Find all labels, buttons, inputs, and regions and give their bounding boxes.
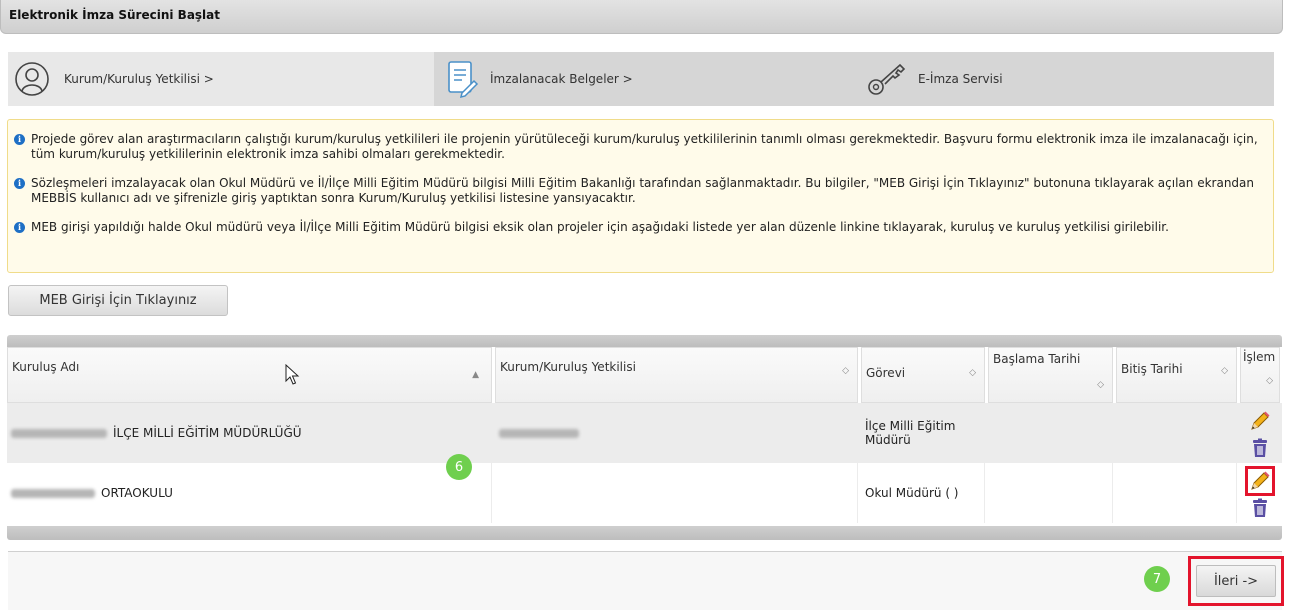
column-label: Kurum/Kuruluş Yetkilisi — [500, 360, 636, 374]
info-text: Projede görev alan araştırmacıların çalı… — [31, 132, 1258, 161]
footer — [8, 552, 1282, 610]
user-icon — [14, 61, 50, 97]
step-badge: 7 — [1144, 566, 1170, 592]
info-icon: i — [14, 222, 25, 233]
table-header: Kuruluş Adı ▲ Kurum/Kuruluş Yetkilisi ◇ … — [7, 347, 1282, 403]
table-bottom-bar — [7, 526, 1282, 540]
table-row: ORTAOKULU Okul Müdürü ( ) — [7, 463, 1282, 523]
column-header-baslama[interactable]: Başlama Tarihi ◇ — [988, 347, 1113, 403]
redacted-text — [11, 488, 95, 498]
column-header-yetkili[interactable]: Kurum/Kuruluş Yetkilisi ◇ — [495, 347, 858, 403]
info-icon: i — [14, 178, 25, 189]
table-top-bar — [7, 335, 1282, 347]
step-badge: 6 — [446, 454, 472, 480]
cell-yetkili — [495, 403, 858, 463]
sort-icon: ◇ — [1097, 380, 1104, 390]
meb-login-button[interactable]: MEB Girişi İçin Tıklayınız — [8, 285, 228, 316]
cell-actions — [1240, 463, 1280, 523]
trash-icon[interactable] — [1252, 438, 1268, 461]
edit-pencil-icon[interactable] — [1245, 406, 1275, 436]
cell-yetkili — [495, 463, 858, 523]
sort-icon: ◇ — [1266, 376, 1273, 386]
cell-gorevi: Okul Müdürü ( ) — [861, 463, 985, 523]
column-header-gorevi[interactable]: Görevi ◇ — [861, 347, 985, 403]
column-label: Başlama Tarihi — [993, 352, 1081, 366]
authority-table: Kuruluş Adı ▲ Kurum/Kuruluş Yetkilisi ◇ … — [7, 335, 1282, 540]
table-row: İLÇE MİLLİ EĞİTİM MÜDÜRLÜĞÜ İlçe Milli E… — [7, 403, 1282, 463]
info-box: i Projede görev alan araştırmacıların ça… — [7, 119, 1274, 273]
wizard-step-authority[interactable]: Kurum/Kuruluş Yetkilisi > — [8, 52, 434, 106]
sort-icon: ◇ — [842, 366, 849, 376]
next-button[interactable]: İleri -> — [1196, 565, 1276, 597]
key-icon — [866, 61, 908, 97]
info-line: i Projede görev alan araştırmacıların ça… — [14, 132, 1263, 162]
redacted-text — [11, 428, 107, 438]
gorevi-text: İlçe Milli Eğitim Müdürü — [865, 419, 956, 447]
page-title: Elektronik İmza Sürecini Başlat — [9, 8, 221, 22]
column-label: Bitiş Tarihi — [1121, 362, 1183, 376]
kurulus-name: ORTAOKULU — [101, 486, 173, 500]
cell-gorevi: İlçe Milli Eğitim Müdürü — [861, 403, 985, 463]
cell-actions — [1240, 403, 1280, 463]
wizard-step-label: İmzalanacak Belgeler > — [490, 72, 633, 86]
cell-kurulus-adi: ORTAOKULU — [7, 463, 492, 523]
kurulus-name: İLÇE MİLLİ EĞİTİM MÜDÜRLÜĞÜ — [113, 426, 302, 440]
column-header-bitis[interactable]: Bitiş Tarihi ◇ — [1116, 347, 1237, 403]
column-header-islem[interactable]: İşlem ◇ — [1240, 347, 1280, 403]
step-badge-number: 6 — [454, 459, 464, 475]
wizard-step-esign[interactable]: E-İmza Servisi — [854, 52, 1274, 106]
gorevi-text: Okul Müdürü ( ) — [865, 486, 959, 500]
trash-icon[interactable] — [1252, 498, 1268, 521]
step-badge-number: 7 — [1152, 571, 1162, 587]
cell-bitis — [1116, 463, 1237, 523]
cell-bitis — [1116, 403, 1237, 463]
sort-icon: ◇ — [1221, 366, 1228, 376]
edit-pencil-icon[interactable] — [1245, 465, 1275, 496]
wizard-step-label: E-İmza Servisi — [918, 72, 1003, 86]
wizard-steps: Kurum/Kuruluş Yetkilisi > İmzalanacak Be… — [8, 52, 1274, 106]
cell-baslama — [988, 463, 1113, 523]
cell-kurulus-adi: İLÇE MİLLİ EĞİTİM MÜDÜRLÜĞÜ — [7, 403, 492, 463]
page-title-bar: Elektronik İmza Sürecini Başlat — [0, 0, 1283, 34]
cell-baslama — [988, 403, 1113, 463]
redacted-text — [499, 428, 579, 438]
info-text: Sözleşmeleri imzalayacak olan Okul Müdür… — [31, 176, 1255, 205]
sort-asc-icon: ▲ — [472, 370, 479, 380]
column-label: İşlem — [1243, 350, 1276, 364]
column-label: Görevi — [866, 366, 906, 380]
info-icon: i — [14, 134, 25, 145]
mouse-cursor-icon — [285, 363, 301, 389]
column-header-kurulus-adi[interactable]: Kuruluş Adı ▲ — [7, 347, 492, 403]
info-line: i Sözleşmeleri imzalayacak olan Okul Müd… — [14, 176, 1263, 206]
sort-icon: ◇ — [969, 368, 976, 378]
wizard-step-documents[interactable]: İmzalanacak Belgeler > — [434, 52, 854, 106]
column-label: Kuruluş Adı — [12, 360, 80, 374]
info-text: MEB girişi yapıldığı halde Okul müdürü v… — [31, 220, 1169, 234]
info-line: i MEB girişi yapıldığı halde Okul müdürü… — [14, 220, 1263, 235]
wizard-step-label: Kurum/Kuruluş Yetkilisi > — [64, 72, 214, 86]
document-edit-icon — [444, 59, 480, 99]
